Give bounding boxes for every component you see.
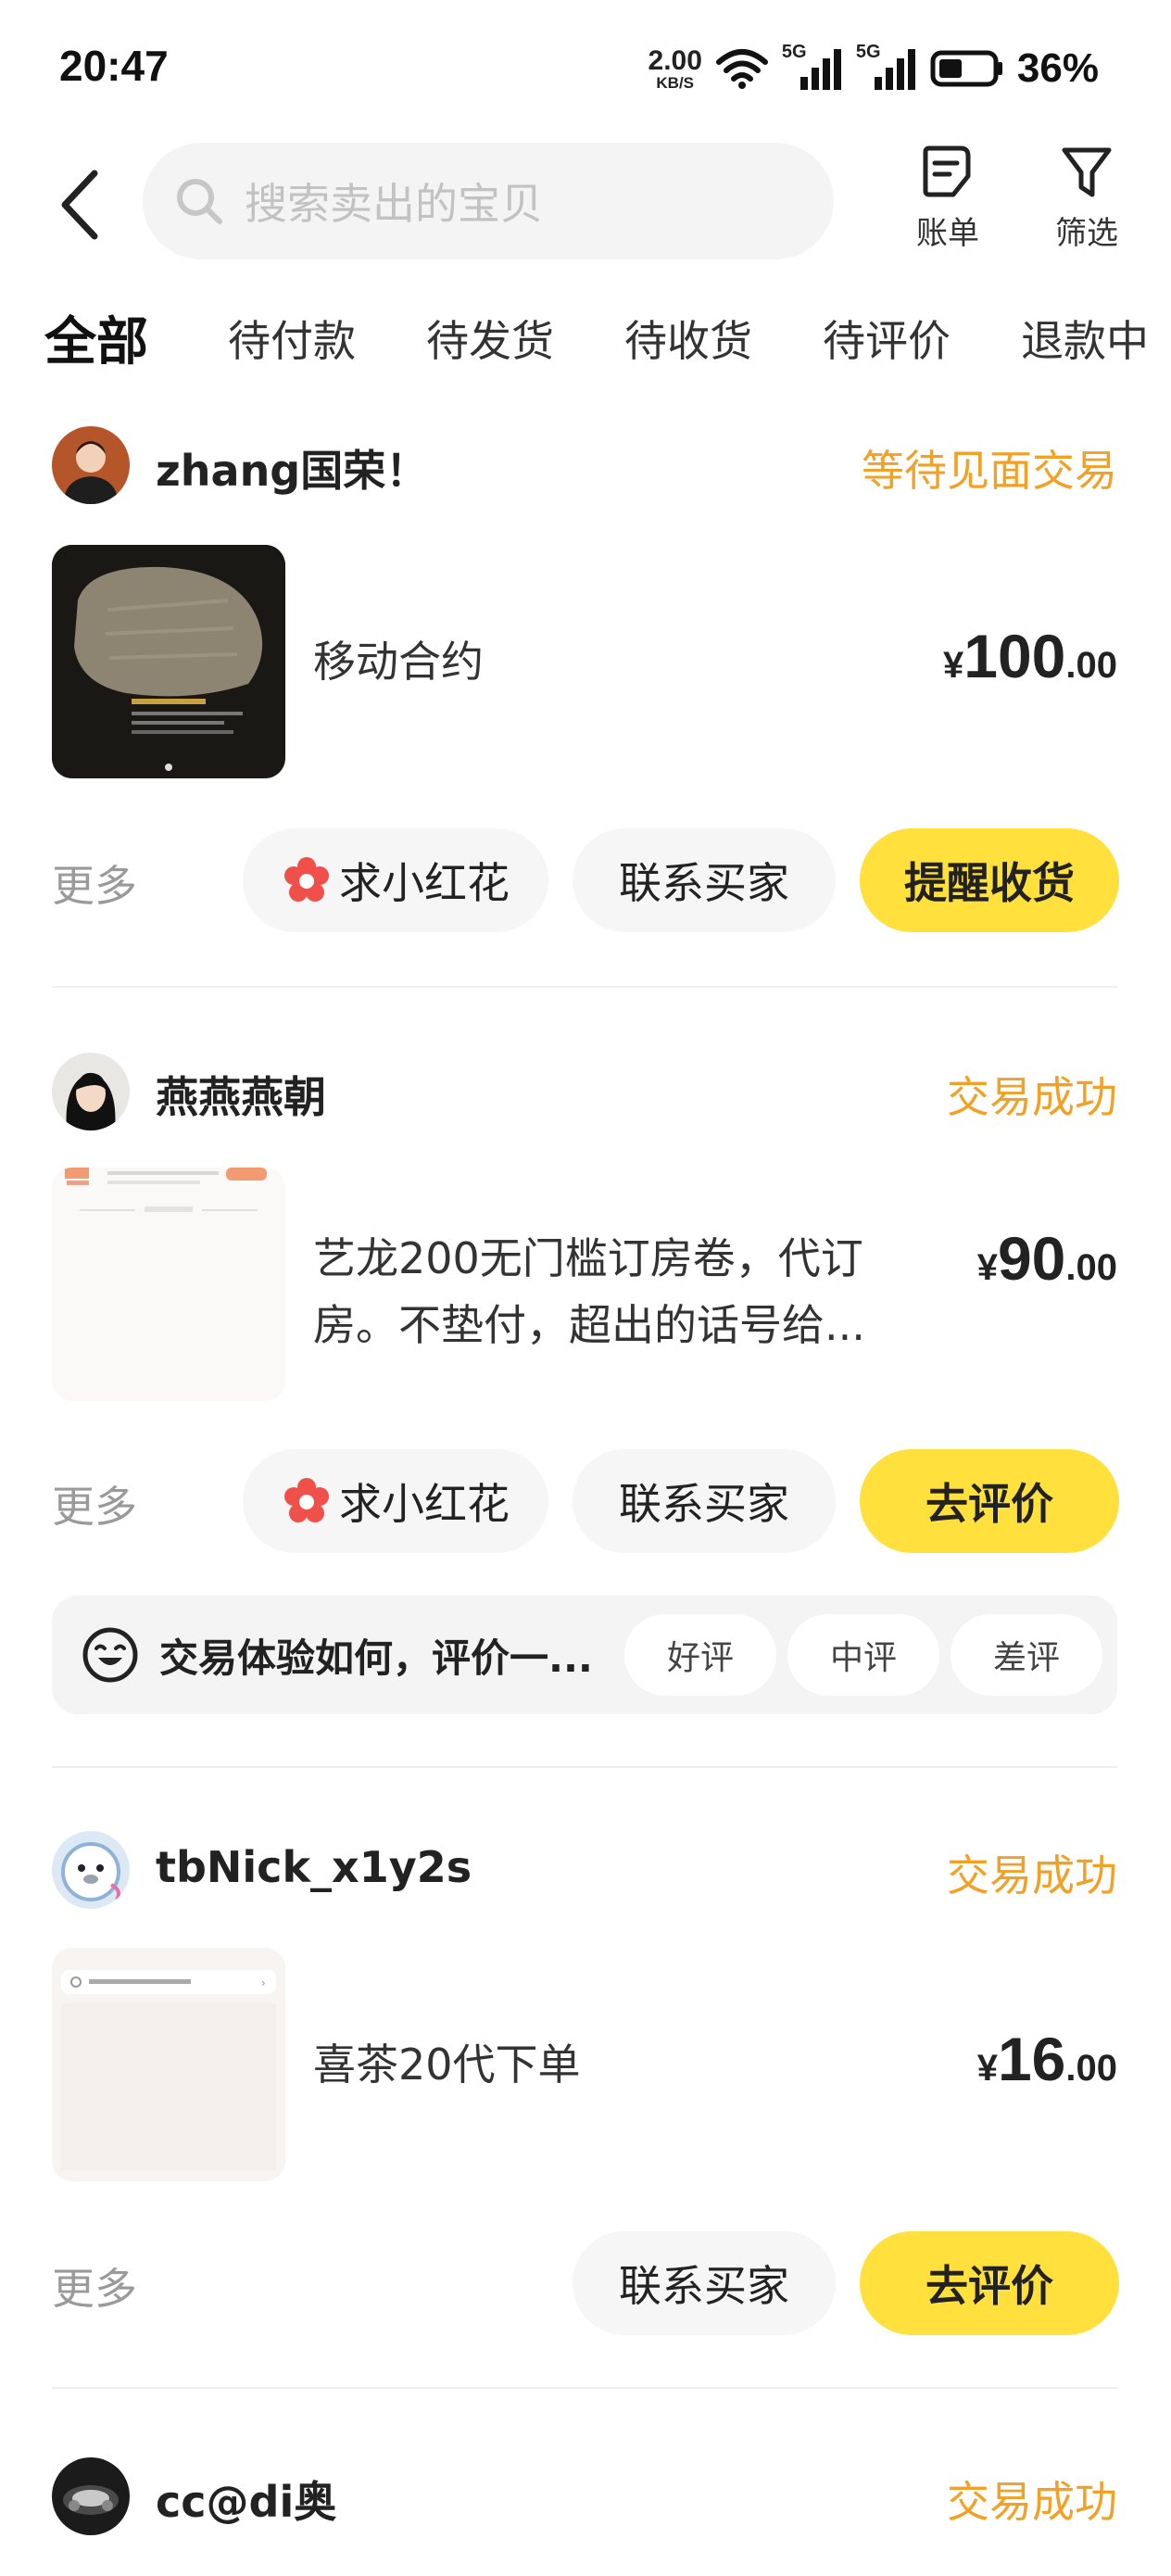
order-status: 交易成功 <box>947 2477 1117 2527</box>
product-price: ¥16.00 <box>977 2024 1117 2094</box>
status-bar: 20:47 2.00 KB/S 5G 5G 36% <box>0 0 1171 139</box>
battery-percent: 36% <box>1016 45 1099 91</box>
avatar[interactable] <box>52 1053 130 1130</box>
flower-icon <box>284 1478 329 1522</box>
tab-refunding[interactable]: 退款中 <box>1021 308 1149 369</box>
more-button[interactable]: 更多 <box>52 2255 137 2317</box>
battery-icon <box>930 50 1002 87</box>
price-integer: 90 <box>997 1224 1066 1293</box>
price-decimal: .00 <box>1065 2048 1117 2089</box>
tab-pending-receipt[interactable]: 待收货 <box>624 308 752 369</box>
leave-review-button[interactable]: 去评价 <box>860 2231 1119 2335</box>
order-status: 交易成功 <box>947 1072 1117 1122</box>
avatar[interactable] <box>52 2457 130 2535</box>
leave-review-button[interactable]: 去评价 <box>860 1449 1119 1553</box>
net-speed: 2.00 KB/S <box>648 44 702 92</box>
bill-button[interactable]: 账单 <box>897 143 999 263</box>
contact-buyer-button[interactable]: 联系买家 <box>573 828 836 932</box>
review-good-button[interactable]: 好评 <box>624 1614 776 1696</box>
wink-face-icon <box>82 1627 138 1683</box>
order-status: 交易成功 <box>947 1850 1117 1900</box>
price-integer: 16 <box>997 2025 1066 2093</box>
wifi-icon <box>715 49 768 89</box>
remind-receipt-button[interactable]: 提醒收货 <box>860 828 1119 932</box>
order-status: 等待见面交易 <box>862 446 1117 496</box>
order-card: 燕燕燕朝 交易成功 艺龙200无门槛订房卷，代订房。不垫付，超出的话号给... … <box>0 1029 1171 1770</box>
filter-button[interactable]: 筛选 <box>1036 143 1138 263</box>
search-icon <box>177 179 222 224</box>
net-speed-value: 2.00 <box>648 44 702 76</box>
review-prompt-card: 交易体验如何，评价一... 好评 中评 差评 <box>52 1596 1117 1714</box>
tab-pending-review[interactable]: 待评价 <box>823 308 951 369</box>
tab-pending-payment[interactable]: 待付款 <box>228 308 356 369</box>
bill-label: 账单 <box>916 215 979 252</box>
contact-buyer-button[interactable]: 联系买家 <box>573 1449 836 1553</box>
product-thumbnail[interactable] <box>52 1168 285 1401</box>
avatar[interactable] <box>52 1831 130 1909</box>
flower-icon <box>284 857 329 902</box>
product-title[interactable]: 艺龙200无门槛订房卷，代订房。不垫付，超出的话号给... <box>313 1225 906 1358</box>
buyer-name[interactable]: cc@di奥 <box>156 2469 336 2530</box>
net-speed-unit: KB/S <box>656 73 695 92</box>
more-button[interactable]: 更多 <box>52 1473 137 1534</box>
ask-flower-button[interactable]: 求小红花 <box>243 1449 548 1553</box>
price-decimal: .00 <box>1065 645 1117 686</box>
contact-buyer-button[interactable]: 联系买家 <box>573 2231 836 2335</box>
order-tabs: 全部 待付款 待发货 待收货 待评价 退款中 <box>0 297 1171 389</box>
signal-icon: 5G <box>856 42 917 92</box>
product-thumbnail[interactable]: › <box>52 1948 285 2181</box>
tab-pending-shipment[interactable]: 待发货 <box>426 308 554 369</box>
buyer-name[interactable]: zhang国荣！ <box>156 437 428 499</box>
search-placeholder: 搜索卖出的宝贝 <box>245 179 543 229</box>
back-button[interactable] <box>52 163 107 246</box>
product-title[interactable]: 移动合约 <box>313 628 906 695</box>
status-time: 20:47 <box>59 42 169 90</box>
buyer-name[interactable]: 燕燕燕朝 <box>156 1064 326 1125</box>
tab-label: 全部 <box>44 312 148 373</box>
product-thumbnail[interactable] <box>52 545 285 778</box>
price-currency: ¥ <box>976 2048 998 2089</box>
review-bad-button[interactable]: 差评 <box>951 1614 1102 1696</box>
more-button[interactable]: 更多 <box>52 852 137 914</box>
filter-icon <box>1062 147 1112 197</box>
ask-flower-label: 求小红花 <box>339 858 510 908</box>
search-bar[interactable]: 搜索卖出的宝贝 <box>143 143 834 259</box>
ask-flower-label: 求小红花 <box>339 1479 510 1529</box>
order-card: tbNick_x1y2s 交易成功 › 喜茶20代下单 ¥16.00 更多 联系… <box>0 1807 1171 2391</box>
product-price: ¥90.00 <box>977 1223 1117 1294</box>
price-integer: 100 <box>963 622 1066 690</box>
divider <box>52 2387 1117 2389</box>
price-currency: ¥ <box>976 1247 998 1288</box>
bill-icon <box>923 145 971 197</box>
product-price: ¥100.00 <box>943 621 1117 691</box>
status-icons: 2.00 KB/S 5G 5G 36% <box>648 41 1099 96</box>
avatar[interactable] <box>52 426 130 504</box>
order-card: cc@di奥 交易成功 <box>0 2433 1171 2576</box>
svg-text:›: › <box>261 1976 266 1989</box>
buyer-name[interactable]: tbNick_x1y2s <box>156 1842 472 1892</box>
order-card: zhang国荣！ 等待见面交易 移动合约 ¥100.00 更多 求小红花 联系买… <box>0 408 1171 988</box>
back-arrow-icon <box>61 170 98 240</box>
divider <box>52 986 1117 988</box>
product-title[interactable]: 喜茶20代下单 <box>313 2031 906 2098</box>
price-decimal: .00 <box>1065 1247 1117 1288</box>
price-currency: ¥ <box>943 645 964 686</box>
ask-flower-button[interactable]: 求小红花 <box>243 828 548 932</box>
divider <box>52 1766 1117 1768</box>
review-neutral-button[interactable]: 中评 <box>787 1614 939 1696</box>
review-prompt-text: 交易体验如何，评价一... <box>159 1635 593 1681</box>
tab-all[interactable]: 全部 <box>39 300 154 375</box>
signal-icon: 5G <box>782 42 843 92</box>
filter-label: 筛选 <box>1055 215 1118 252</box>
